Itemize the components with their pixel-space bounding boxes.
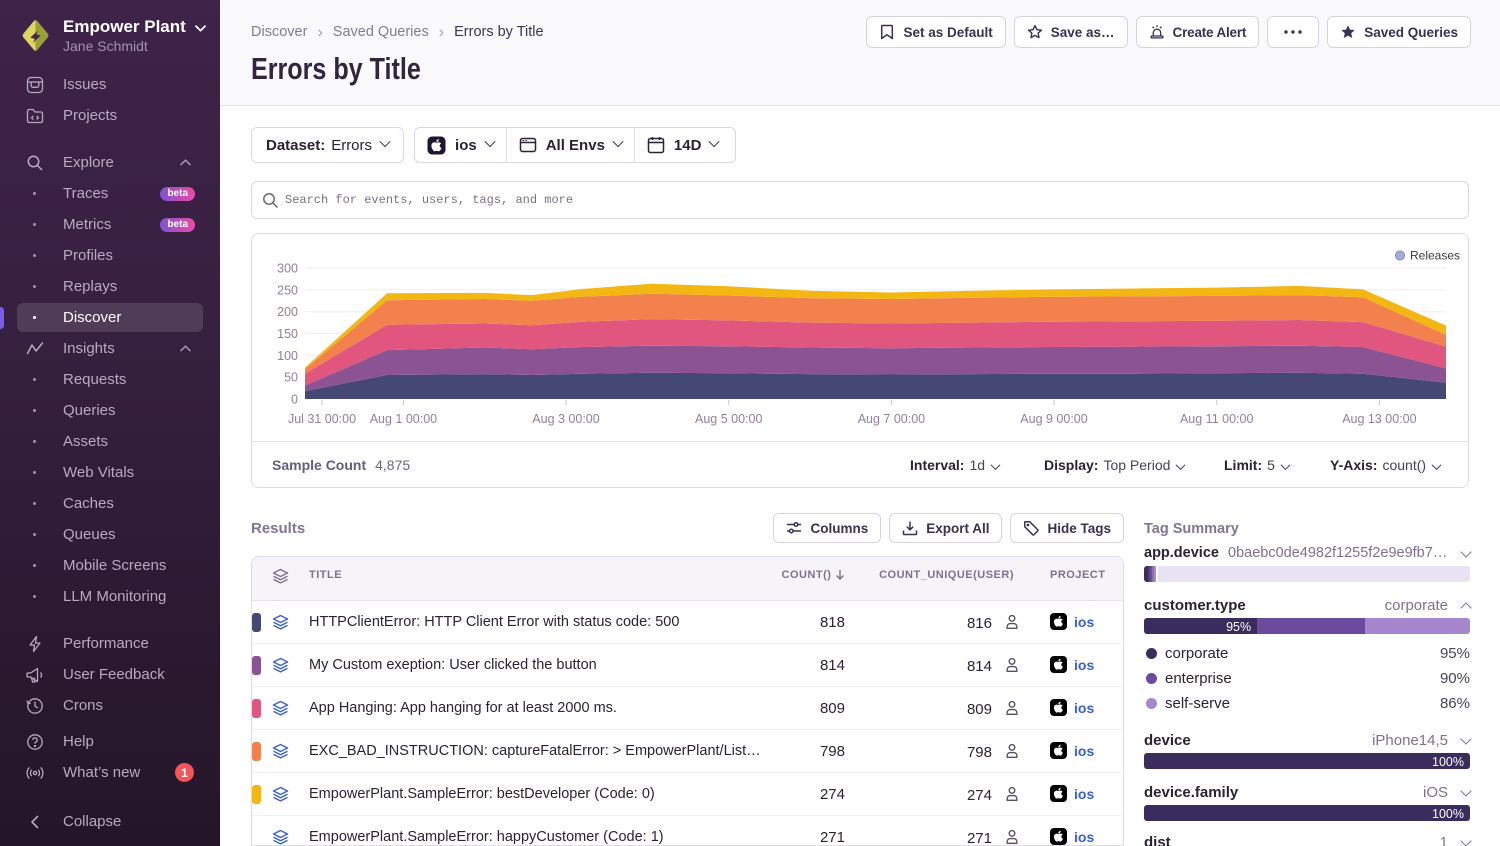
svg-text:50: 50 xyxy=(284,371,298,385)
svg-text:100: 100 xyxy=(277,349,298,363)
svg-text:200: 200 xyxy=(277,305,298,319)
svg-text:250: 250 xyxy=(277,283,298,297)
svg-text:300: 300 xyxy=(277,262,298,276)
svg-text:Jul 31 00:00: Jul 31 00:00 xyxy=(288,412,356,426)
svg-text:150: 150 xyxy=(277,327,298,341)
svg-text:Aug 5 00:00: Aug 5 00:00 xyxy=(695,412,762,426)
svg-text:Aug 11 00:00: Aug 11 00:00 xyxy=(1180,412,1253,426)
svg-text:Aug 3 00:00: Aug 3 00:00 xyxy=(532,412,599,426)
svg-text:Aug 13 00:00: Aug 13 00:00 xyxy=(1342,412,1416,426)
svg-text:Aug 9 00:00: Aug 9 00:00 xyxy=(1020,412,1087,426)
svg-text:Releases: Releases xyxy=(1410,249,1460,263)
svg-text:Aug 1 00:00: Aug 1 00:00 xyxy=(370,412,437,426)
svg-text:0: 0 xyxy=(291,393,298,407)
svg-text:Aug 7 00:00: Aug 7 00:00 xyxy=(858,412,925,426)
